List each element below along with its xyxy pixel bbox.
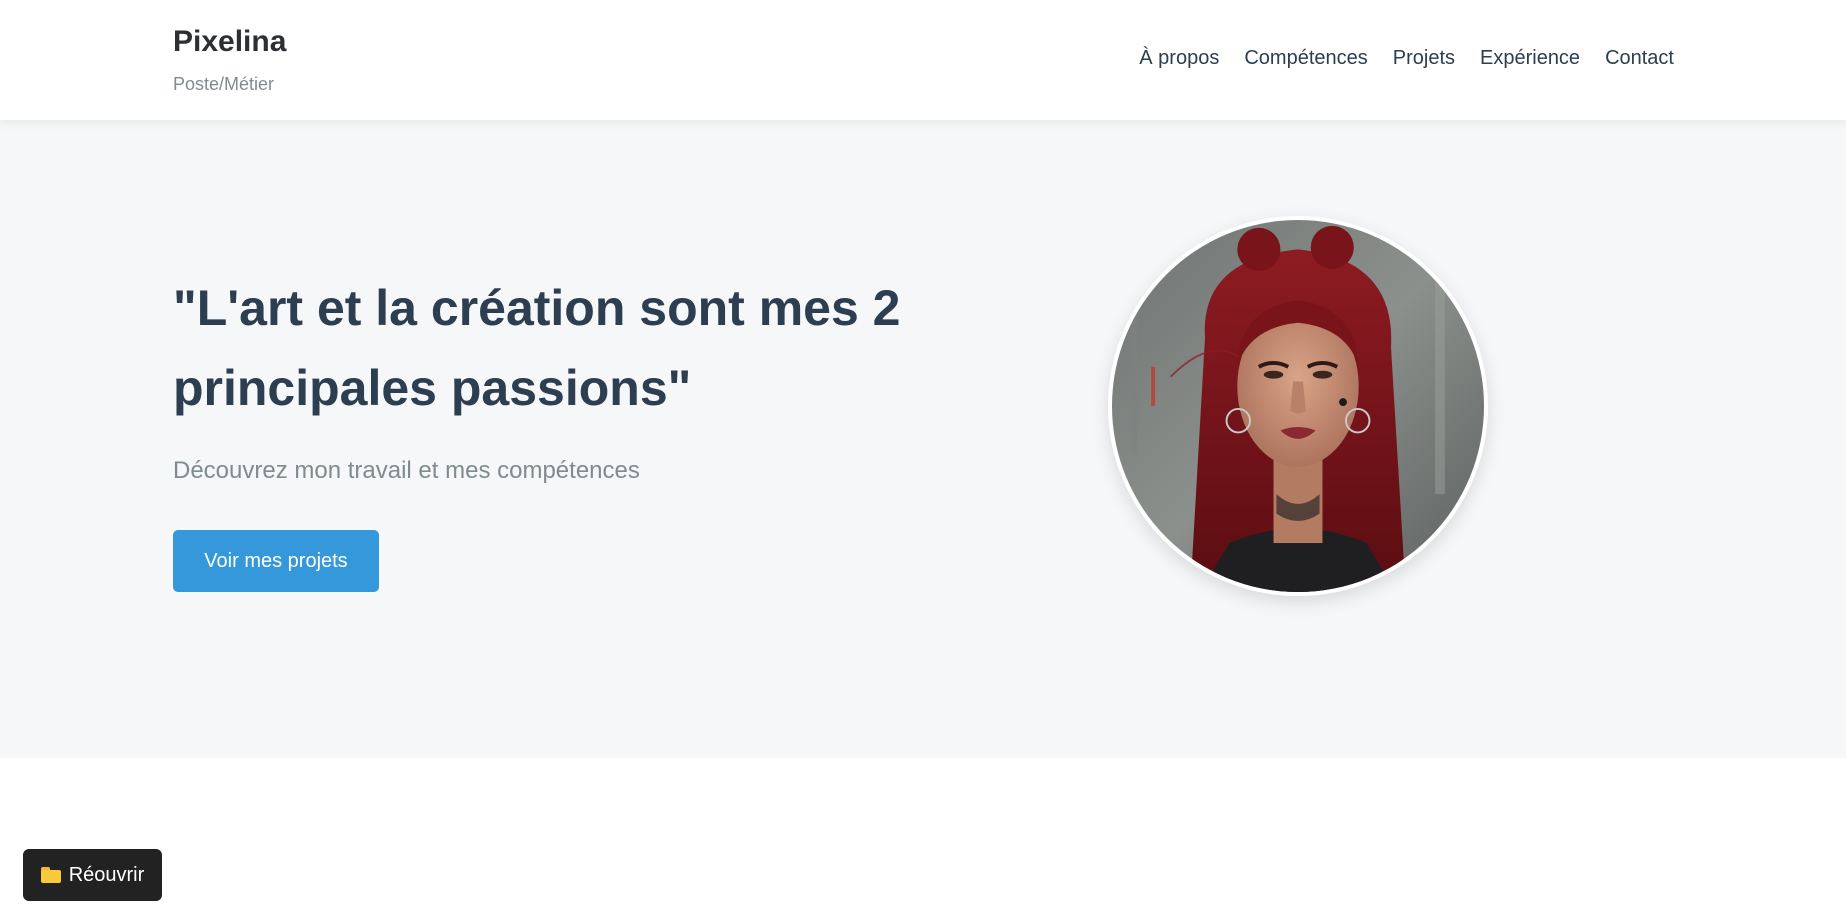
brand-name[interactable]: Pixelina <box>173 22 286 62</box>
hero-title: "L'art et la création sont mes 2 princip… <box>173 280 901 416</box>
brand: Pixelina Poste/Métier <box>173 22 286 94</box>
view-projects-button[interactable]: Voir mes projets <box>173 530 379 592</box>
site-header: Pixelina Poste/Métier À propos Compétenc… <box>0 0 1846 120</box>
profile-portrait <box>1108 216 1488 596</box>
nav-link-projets[interactable]: Projets <box>1393 46 1455 70</box>
hero-subtitle: Découvrez mon travail et mes compétences <box>173 457 640 484</box>
reopen-label: Réouvrir <box>68 863 145 886</box>
nav-link-competences[interactable]: Compétences <box>1244 46 1367 70</box>
hero-section: "L'art et la création sont mes 2 princip… <box>0 120 1846 758</box>
brand-tagline: Poste/Métier <box>173 74 275 94</box>
nav-link-experience[interactable]: Expérience <box>1480 46 1580 70</box>
folder-icon <box>40 867 61 883</box>
nav-link-a-propos[interactable]: À propos <box>1139 46 1219 70</box>
portrait-illustration <box>1112 220 1484 592</box>
reopen-button[interactable]: Réouvrir <box>23 849 162 901</box>
main-nav: À propos Compétences Projets Expérience … <box>1139 46 1674 70</box>
nav-link-contact[interactable]: Contact <box>1605 46 1674 70</box>
